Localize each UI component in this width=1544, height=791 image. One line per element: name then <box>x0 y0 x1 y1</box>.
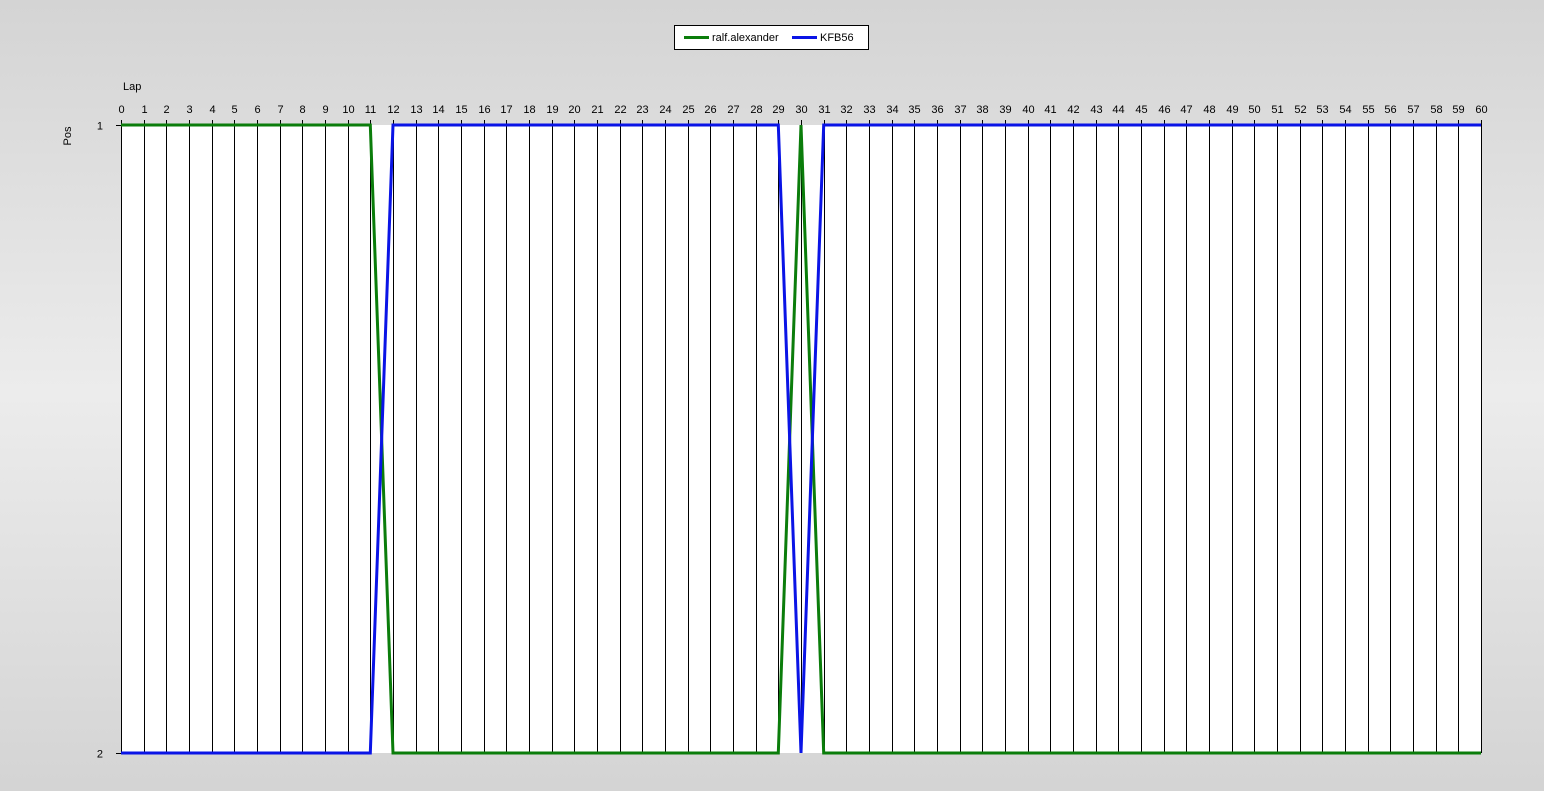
x-tick-label-22: 22 <box>614 104 626 116</box>
x-tick-label-42: 42 <box>1067 104 1079 116</box>
x-tick-label-45: 45 <box>1135 104 1147 116</box>
x-tick-label-16: 16 <box>478 104 490 116</box>
x-tick-label-11: 11 <box>365 104 376 116</box>
x-tick-label-47: 47 <box>1180 104 1192 116</box>
x-tick-label-28: 28 <box>750 104 762 116</box>
x-tick-label-5: 5 <box>231 104 237 116</box>
x-tick-label-41: 41 <box>1044 104 1056 116</box>
x-tick-label-39: 39 <box>999 104 1011 116</box>
x-tick-label-53: 53 <box>1316 104 1328 116</box>
x-tick-label-48: 48 <box>1203 104 1215 116</box>
x-tick-label-12: 12 <box>387 104 399 116</box>
x-tick-label-3: 3 <box>186 104 192 116</box>
x-tick-label-44: 44 <box>1112 104 1124 116</box>
x-tick-label-2: 2 <box>163 104 169 116</box>
x-tick-label-13: 13 <box>410 104 422 116</box>
x-tick-label-0: 0 <box>118 104 124 116</box>
x-tick-label-20: 20 <box>568 104 580 116</box>
x-tick-label-19: 19 <box>546 104 558 116</box>
y-axis-ticks: 12 <box>97 121 121 761</box>
x-tick-label-21: 21 <box>591 104 603 116</box>
x-tick-label-51: 51 <box>1271 104 1283 116</box>
x-axis-label: Lap <box>123 81 141 93</box>
y-axis-label: Pos <box>62 126 74 145</box>
x-axis-ticks: 0 1 2 3 4 5 6 7 8 9 10 11 12 13 14 15 16 17 18 19 20 21 22 23 24… <box>118 104 1488 125</box>
x-tick-label-40: 40 <box>1022 104 1034 116</box>
x-tick-label-1: 1 <box>141 104 147 116</box>
x-tick-label-26: 26 <box>704 104 716 116</box>
x-tick-label-4: 4 <box>209 104 215 116</box>
x-tick-label-17: 17 <box>500 104 512 116</box>
x-tick-label-55: 55 <box>1362 104 1374 116</box>
x-tick-label-15: 15 <box>455 104 467 116</box>
x-tick-label-37: 37 <box>954 104 966 116</box>
x-tick-label-49: 49 <box>1226 104 1238 116</box>
x-tick-label-34: 34 <box>886 104 898 116</box>
x-tick-label-10: 10 <box>342 104 354 116</box>
x-tick-label-27: 27 <box>727 104 739 116</box>
x-tick-label-6: 6 <box>254 104 260 116</box>
chart-container: 0 1 2 3 4 5 6 7 8 9 10 11 12 13 14 15 16 17 18 19 20 21 22 23 24… <box>0 0 1544 786</box>
x-tick-label-36: 36 <box>931 104 943 116</box>
x-tick-label-29: 29 <box>772 104 784 116</box>
x-tick-label-8: 8 <box>299 104 305 116</box>
legend: ralf.alexander KFB56 <box>674 25 869 50</box>
x-tick-label-7: 7 <box>277 104 283 116</box>
x-tick-label-35: 35 <box>908 104 920 116</box>
x-tick-label-33: 33 <box>863 104 875 116</box>
legend-label-kfb56: KFB56 <box>820 32 854 44</box>
x-tick-label-23: 23 <box>636 104 648 116</box>
x-tick-label-25: 25 <box>682 104 694 116</box>
x-tick-label-9: 9 <box>322 104 328 116</box>
x-tick-label-59: 59 <box>1452 104 1464 116</box>
x-tick-label-57: 57 <box>1407 104 1419 116</box>
x-tick-label-30: 30 <box>795 104 807 116</box>
x-tick-label-14: 14 <box>432 104 444 116</box>
x-tick-label-56: 56 <box>1384 104 1396 116</box>
x-tick-label-46: 46 <box>1158 104 1170 116</box>
y-tick-label-2: 2 <box>97 749 103 761</box>
x-tick-label-32: 32 <box>840 104 852 116</box>
vertical-gridlines <box>121 125 1482 753</box>
x-tick-label-38: 38 <box>976 104 988 116</box>
x-tick-label-18: 18 <box>523 104 535 116</box>
x-tick-label-50: 50 <box>1248 104 1260 116</box>
x-tick-label-24: 24 <box>659 104 671 116</box>
x-tick-label-54: 54 <box>1339 104 1351 116</box>
x-tick-label-31: 31 <box>818 104 830 116</box>
x-tick-label-60: 60 <box>1475 104 1487 116</box>
x-tick-label-52: 52 <box>1294 104 1306 116</box>
legend-label-ralf-alexander: ralf.alexander <box>712 32 779 44</box>
x-tick-label-58: 58 <box>1430 104 1442 116</box>
position-chart: 0 1 2 3 4 5 6 7 8 9 10 11 12 13 14 15 16 17 18 19 20 21 22 23 24… <box>62 25 1488 761</box>
x-tick-label-43: 43 <box>1090 104 1102 116</box>
y-tick-label-1: 1 <box>97 121 103 133</box>
